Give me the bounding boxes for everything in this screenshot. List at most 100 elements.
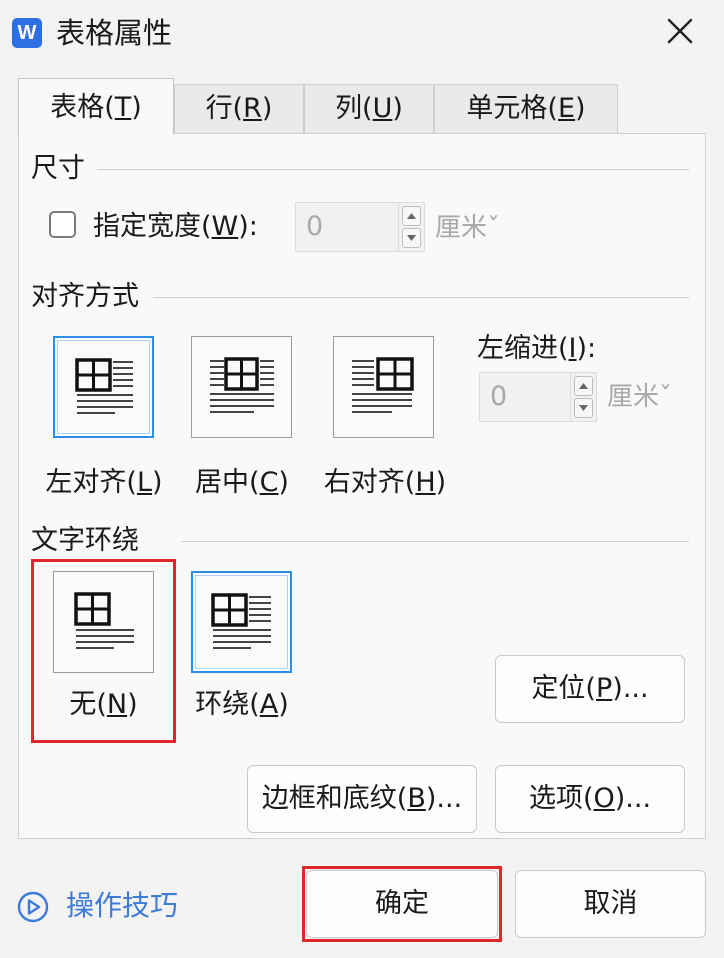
tab-table-key: T <box>114 92 132 123</box>
width-spin-arrows <box>398 203 424 251</box>
window-title: 表格属性 <box>56 16 173 50</box>
width-unit-text: 厘米 <box>435 213 488 243</box>
wrap-around-key: A <box>259 689 279 720</box>
chevron-down-icon <box>579 405 588 411</box>
chevron-up-icon <box>579 383 588 389</box>
specify-width-key: W <box>211 211 239 242</box>
borders-shading-button[interactable]: 边框和底纹(B)... <box>247 765 477 833</box>
wrap-none-option[interactable] <box>53 571 154 673</box>
tab-row-suffix: ) <box>261 93 273 124</box>
position-button[interactable]: 定位(P)... <box>495 655 685 723</box>
left-indent-key: I <box>568 333 577 364</box>
tab-cell[interactable]: 单元格(E) <box>434 84 618 134</box>
unit-dropdown-icon: ˇ <box>487 213 501 243</box>
left-indent-decrement-button[interactable] <box>574 398 593 418</box>
left-indent-unit-dropdown[interactable]: 厘米ˇ <box>607 380 672 414</box>
size-group-divider <box>97 169 689 170</box>
wrap-around-icon <box>211 593 271 649</box>
align-left-label-text: 左对齐( <box>45 467 137 498</box>
size-group-label: 尺寸 <box>31 153 85 184</box>
cancel-button[interactable]: 取消 <box>515 870 706 938</box>
align-right-key: H <box>415 467 436 498</box>
align-right-icon <box>352 357 414 413</box>
wrap-none-key: N <box>106 689 128 720</box>
specify-width-checkbox[interactable] <box>49 211 76 238</box>
wrap-none-icon <box>74 592 134 649</box>
wrap-around-option[interactable] <box>191 571 292 673</box>
specify-width-label-text: 指定宽度( <box>93 211 212 242</box>
align-center-label-suffix: ) <box>278 467 289 498</box>
align-left-label-suffix: ) <box>152 467 163 498</box>
wrap-around-label-suffix: ) <box>278 689 289 720</box>
tab-row-key: R <box>243 93 262 124</box>
tab-row-label: 行( <box>205 93 244 124</box>
borders-shading-button-text: 边框和底纹( <box>261 783 408 814</box>
width-value: 0 <box>306 211 324 242</box>
tab-cell-suffix: ) <box>575 93 586 124</box>
specify-width-label[interactable]: 指定宽度(W): <box>93 210 258 244</box>
left-indent-value: 0 <box>490 381 508 412</box>
position-button-text: 定位( <box>531 673 596 704</box>
tab-column-label: 列( <box>335 93 373 124</box>
wrap-none-label[interactable]: 无(N) <box>53 688 154 722</box>
align-left-label[interactable]: 左对齐(L) <box>37 466 171 500</box>
alignment-group-divider <box>153 297 689 298</box>
close-button[interactable] <box>656 10 704 54</box>
left-indent-label-suffix: ): <box>576 333 597 364</box>
options-button-text: 选项( <box>528 783 594 814</box>
unit-dropdown-icon: ˇ <box>659 382 673 412</box>
width-unit-dropdown[interactable]: 厘米ˇ <box>435 211 500 245</box>
position-button-suffix: )... <box>612 673 649 704</box>
alignment-group-label: 对齐方式 <box>31 281 139 312</box>
chevron-up-icon <box>407 213 416 219</box>
specify-width-label-suffix: ): <box>238 211 258 242</box>
align-center-label-text: 居中( <box>195 467 260 498</box>
options-button[interactable]: 选项(O)... <box>495 765 685 833</box>
wrapping-group-divider <box>181 541 689 542</box>
close-icon <box>667 18 693 44</box>
align-center-label[interactable]: 居中(C) <box>183 466 301 500</box>
width-spinbox[interactable]: 0 <box>295 202 425 252</box>
wrap-around-label-text: 环绕( <box>195 689 260 720</box>
chevron-down-icon <box>407 235 416 241</box>
align-left-icon <box>75 358 133 414</box>
align-left-option[interactable] <box>53 336 154 438</box>
left-indent-spinbox[interactable]: 0 <box>479 372 597 422</box>
width-increment-button[interactable] <box>402 206 421 226</box>
tab-row[interactable]: 行(R) <box>174 84 304 134</box>
align-center-icon <box>210 357 274 413</box>
ok-button[interactable]: 确定 <box>306 870 498 938</box>
tab-column[interactable]: 列(U) <box>304 84 434 134</box>
wrap-none-label-suffix: ) <box>127 689 138 720</box>
wps-app-icon: W <box>12 18 42 48</box>
title-bar: W 表格属性 <box>0 0 724 66</box>
align-right-option[interactable] <box>333 336 434 438</box>
wrapping-group-label: 文字环绕 <box>31 525 139 556</box>
left-indent-label: 左缩进(I): <box>477 332 596 366</box>
align-right-label[interactable]: 右对齐(H) <box>313 466 457 500</box>
align-right-label-text: 右对齐( <box>323 467 416 498</box>
table-tab-panel: 尺寸 指定宽度(W): 0 厘米ˇ 对齐方式 左对齐(L) 居中(C) 右对齐(… <box>18 133 706 839</box>
left-indent-unit-text: 厘米 <box>607 382 660 412</box>
tab-cell-label: 单元格( <box>466 93 558 124</box>
tab-table-label: 表格( <box>50 92 115 123</box>
tab-table[interactable]: 表格(T) <box>18 78 174 135</box>
tab-column-key: U <box>372 93 393 124</box>
play-circle-icon <box>17 891 49 923</box>
width-decrement-button[interactable] <box>402 228 421 248</box>
operation-tips-label: 操作技巧 <box>66 889 179 922</box>
align-right-label-suffix: ) <box>435 467 447 498</box>
align-left-key: L <box>136 467 153 498</box>
borders-shading-button-key: B <box>407 783 426 814</box>
tab-column-suffix: ) <box>392 93 403 124</box>
wrap-around-label[interactable]: 环绕(A) <box>183 688 301 722</box>
wrap-none-label-text: 无( <box>69 689 107 720</box>
options-button-key: O <box>593 783 615 814</box>
left-indent-increment-button[interactable] <box>574 376 593 396</box>
align-center-key: C <box>259 467 279 498</box>
tab-cell-key: E <box>557 93 576 124</box>
left-indent-label-text: 左缩进( <box>477 333 569 364</box>
borders-shading-button-suffix: )... <box>425 783 463 814</box>
align-center-option[interactable] <box>191 336 292 438</box>
tab-table-suffix: ) <box>131 92 142 123</box>
